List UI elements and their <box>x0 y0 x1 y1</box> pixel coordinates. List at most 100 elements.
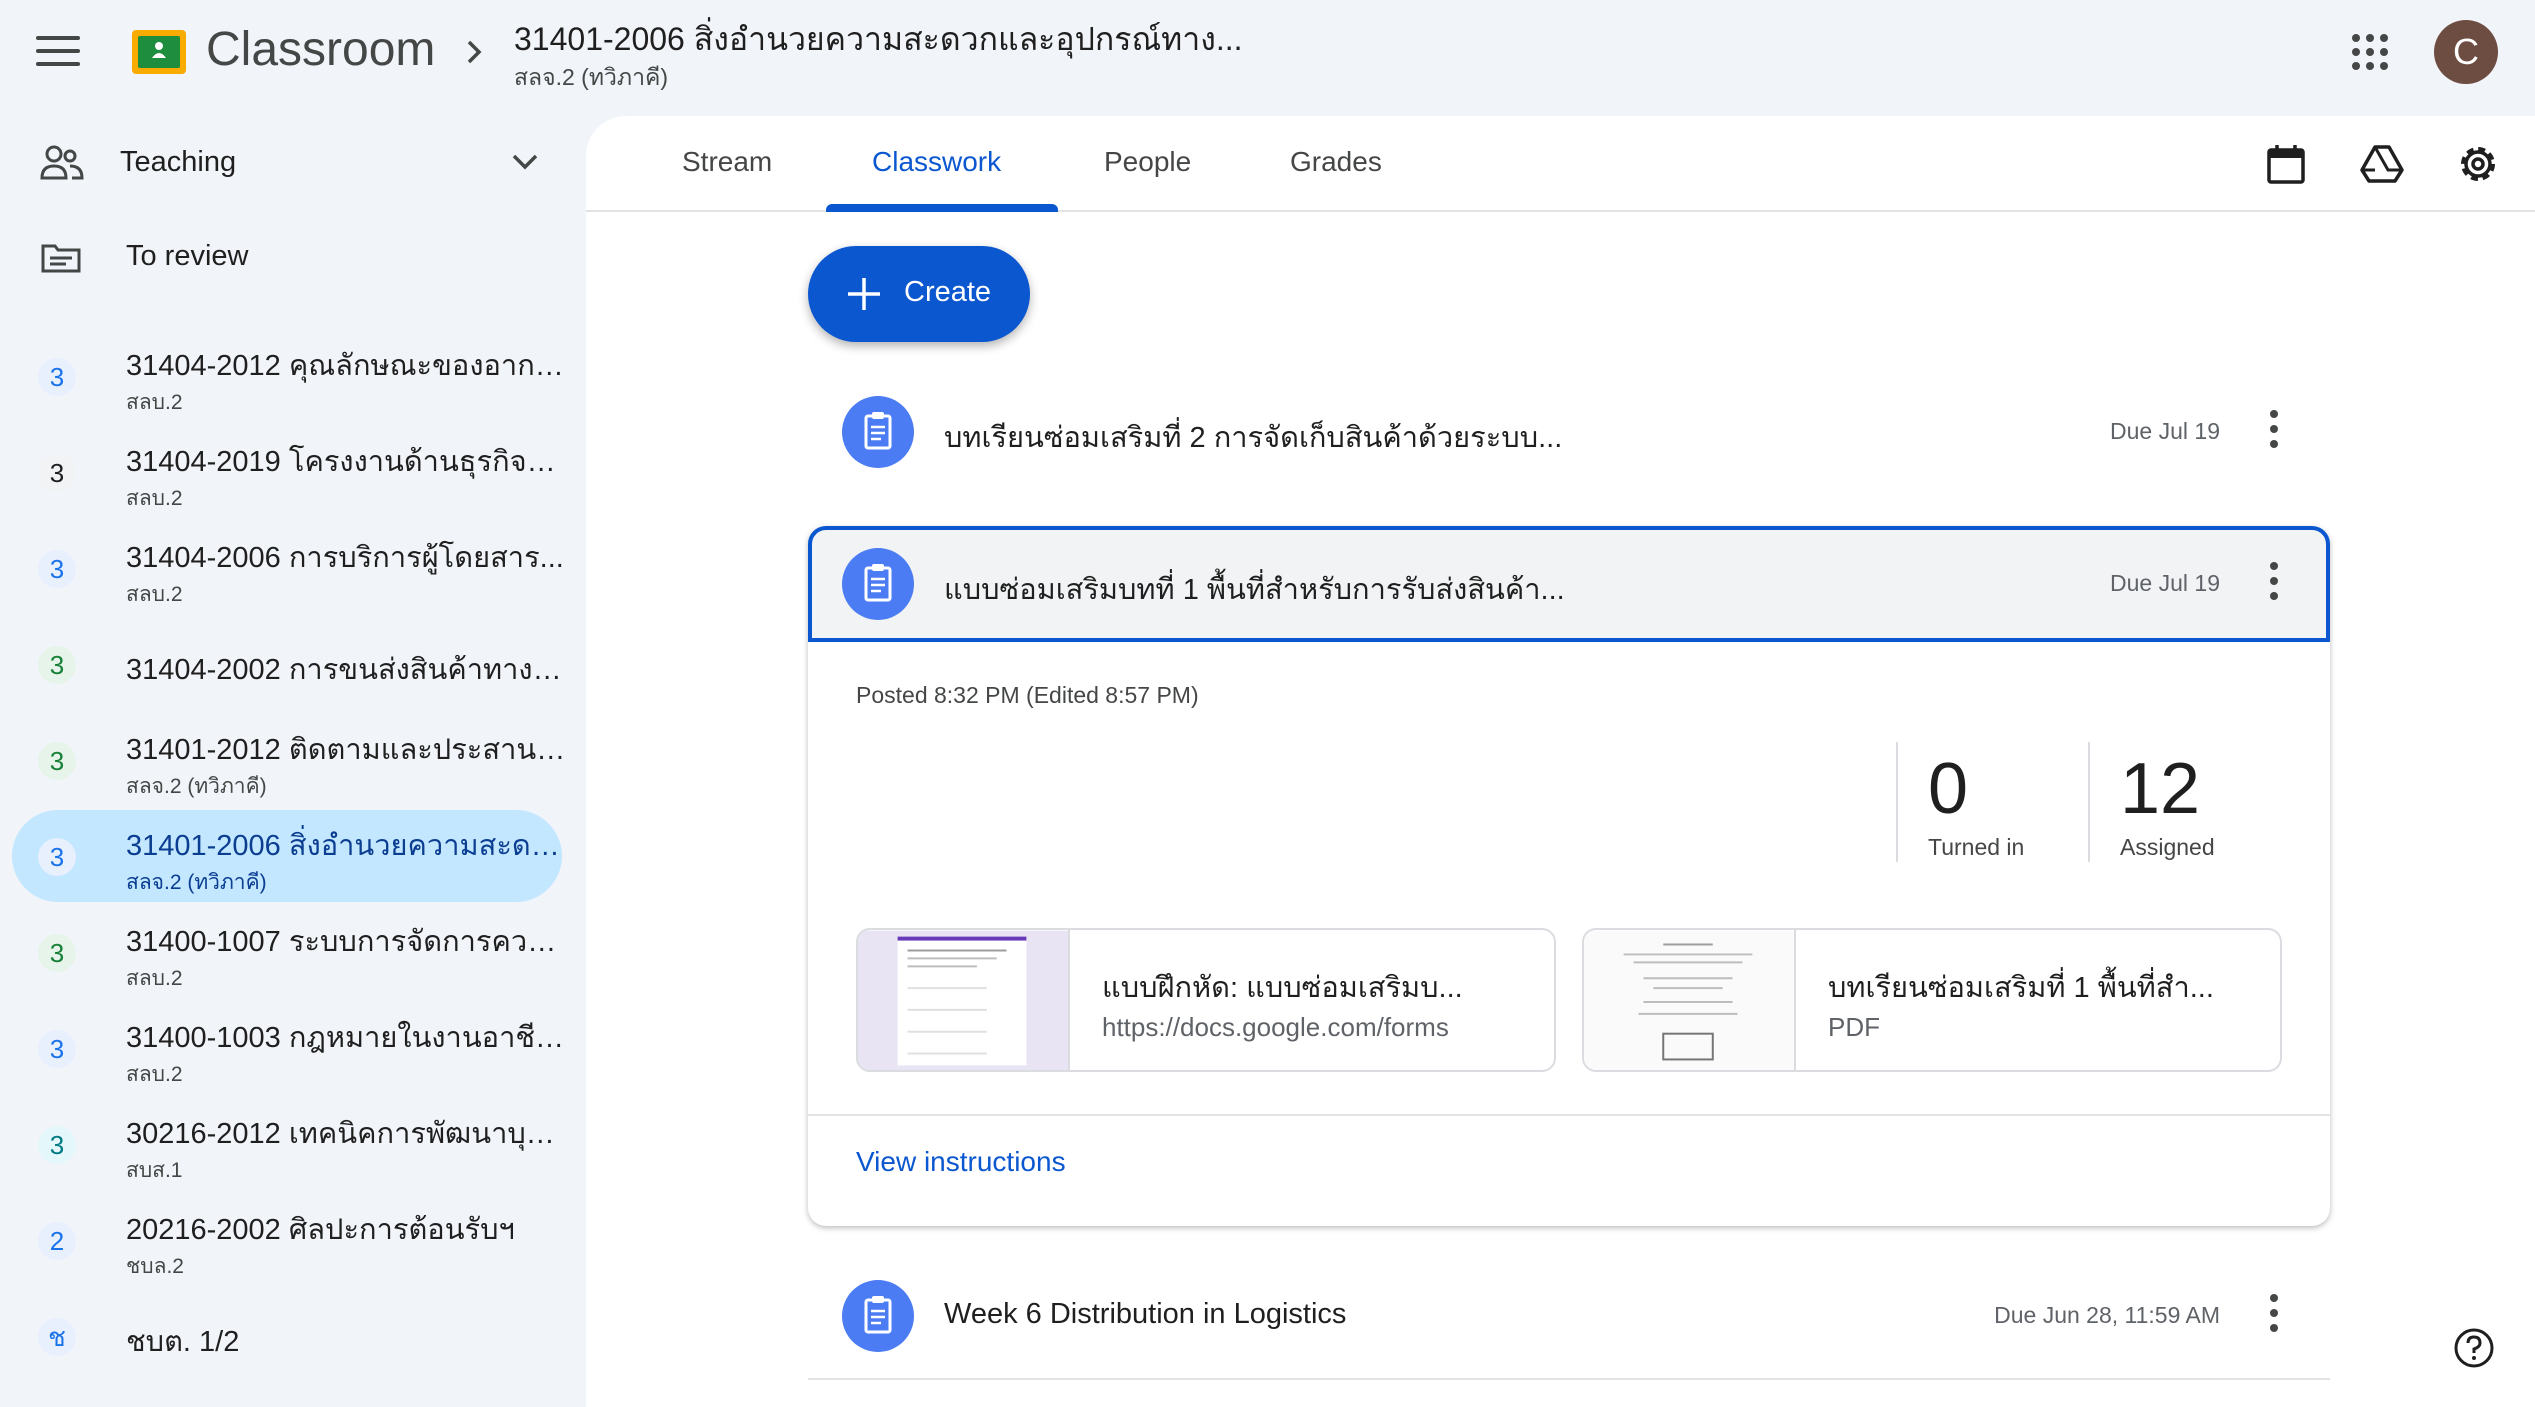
class-badge: 3 <box>38 550 76 588</box>
sidebar-item-class[interactable]: 3 31404-2006 การบริการผู้โดยสาร... สลบ.2 <box>12 522 564 614</box>
item-due: Due Jun 28, 11:59 AM <box>1994 1302 2220 1328</box>
main-panel: Stream Classwork People Grades Create บท… <box>586 116 2535 1407</box>
class-section: สลบ.2 <box>126 391 183 414</box>
class-section: สลจ.2 (ทวิภาคี) <box>126 871 267 894</box>
class-section: สลบ.2 <box>126 967 183 990</box>
form-thumbnail <box>858 930 1070 1070</box>
class-badge: ช <box>38 1318 76 1356</box>
sidebar-item-teaching[interactable]: Teaching <box>12 116 562 208</box>
class-badge: 2 <box>38 1222 76 1260</box>
class-badge: 3 <box>38 1126 76 1164</box>
class-name: 31404-2019 โครงงานด้านธุรกิจกา... <box>126 446 566 478</box>
active-tab-indicator <box>826 204 1058 212</box>
sidebar-item-class[interactable]: 3 31400-1007 ระบบการจัดการความ... สลบ.2 <box>12 906 566 998</box>
sidebar-item-class[interactable]: 3 31400-1003 กฎหมายในงานอาชีพ... สลบ.2 <box>12 1002 566 1094</box>
attachment-subtitle: PDF <box>1828 1012 1880 1042</box>
tab-people[interactable]: People <box>1104 146 1191 178</box>
turned-in-count[interactable]: 0 <box>1928 748 1968 830</box>
class-name: 20216-2002 ศิลปะการต้อนรับฯ <box>126 1214 515 1246</box>
more-vert-icon[interactable] <box>2264 410 2284 454</box>
chevron-right-icon <box>467 40 482 64</box>
posted-time: Posted 8:32 PM (Edited 8:57 PM) <box>856 682 1199 708</box>
sidebar-item-class[interactable]: 3 31401-2012 ติดตามและประสานงา... สลจ.2 … <box>12 714 566 806</box>
expanded-item-header[interactable]: แบบซ่อมเสริมบทที่ 1 พื้นที่สำหรับการรับส… <box>808 526 2330 642</box>
class-badge: 3 <box>38 838 76 876</box>
more-vert-icon[interactable] <box>2264 1294 2284 1338</box>
sidebar-item-class[interactable]: 3 31404-2019 โครงงานด้านธุรกิจกา... สลบ.… <box>12 426 566 518</box>
class-section: สลบ.2 <box>126 487 183 510</box>
item-due: Due Jul 19 <box>2110 418 2220 444</box>
calendar-icon[interactable] <box>2262 140 2310 188</box>
class-section: สลบ.2 <box>126 583 183 606</box>
class-name: 31401-2006 สิ่งอำนวยความสะดว... <box>126 830 566 862</box>
view-instructions-link[interactable]: View instructions <box>856 1146 1066 1178</box>
chevron-down-icon[interactable] <box>508 148 542 176</box>
class-name: 31401-2012 ติดตามและประสานงา... <box>126 734 566 766</box>
apps-grid-icon[interactable] <box>2352 34 2388 70</box>
classroom-logo[interactable] <box>132 30 186 74</box>
sidebar-item-to-review[interactable]: To review <box>12 210 562 302</box>
class-name: 31400-1003 กฎหมายในงานอาชีพ... <box>126 1022 566 1054</box>
avatar[interactable]: C <box>2434 20 2498 84</box>
create-label: Create <box>904 276 992 308</box>
plus-icon <box>848 278 880 310</box>
course-section: สลจ.2 (ทวิภาคี) <box>514 64 669 90</box>
sidebar-item-class[interactable]: 3 30216-2012 เทคนิคการพัฒนาบุค... สบส.1 <box>12 1098 566 1190</box>
class-badge: 3 <box>38 1030 76 1068</box>
attachment-title: แบบฝึกหัด: แบบซ่อมเสริมบ... <box>1102 972 1463 1004</box>
divider <box>808 1378 2330 1380</box>
sidebar-item-label: To review <box>126 240 249 272</box>
classwork-item[interactable]: Week 6 Distribution in Logistics Due Jun… <box>808 1258 2330 1374</box>
help-icon[interactable] <box>2452 1326 2496 1370</box>
item-title: แบบซ่อมเสริมบทที่ 1 พื้นที่สำหรับการรับส… <box>944 574 1565 606</box>
menu-icon[interactable] <box>36 36 80 68</box>
assignment-icon <box>842 548 914 620</box>
sidebar-item-class[interactable]: 3 31404-2002 การขนส่งสินค้าทางอ... <box>12 618 566 710</box>
top-app-bar: Classroom 31401-2006 สิ่งอำนวยความสะดวกแ… <box>0 0 2535 116</box>
class-section: สลบ.2 <box>126 1063 183 1086</box>
sidebar-item-class[interactable]: ช ชบต. 1/2 <box>12 1290 562 1382</box>
class-name: ชบต. 1/2 <box>126 1326 240 1358</box>
class-badge: 3 <box>38 742 76 780</box>
sidebar-item-class[interactable]: 2 20216-2002 ศิลปะการต้อนรับฯ ชบล.2 <box>12 1194 562 1286</box>
item-title: Week 6 Distribution in Logistics <box>944 1298 1347 1330</box>
drive-icon[interactable] <box>2358 140 2406 188</box>
create-button[interactable]: Create <box>808 246 1030 342</box>
assignment-icon <box>842 396 914 468</box>
class-name: 31404-2012 คุณลักษณะของอากา... <box>126 350 566 382</box>
more-vert-icon[interactable] <box>2264 562 2284 606</box>
app-title[interactable]: Classroom <box>206 22 435 77</box>
sidebar-item-class[interactable]: 3 31404-2012 คุณลักษณะของอากา... สลบ.2 <box>12 330 566 422</box>
class-badge: 3 <box>38 454 76 492</box>
item-title: บทเรียนซ่อมเสริมที่ 2 การจัดเก็บสินค้าด้… <box>944 422 1563 454</box>
sidebar-item-class-active[interactable]: 3 31401-2006 สิ่งอำนวยความสะดว... สลจ.2 … <box>12 810 566 902</box>
tab-classwork[interactable]: Classwork <box>872 146 1001 178</box>
divider <box>808 1114 2330 1116</box>
sidebar-item-label: Teaching <box>120 146 237 178</box>
stat-divider <box>1896 742 1898 862</box>
item-due: Due Jul 19 <box>2110 570 2220 596</box>
class-badge: 3 <box>38 646 76 684</box>
assigned-count[interactable]: 12 <box>2120 748 2200 830</box>
class-badge: 3 <box>38 934 76 972</box>
class-badge: 3 <box>38 358 76 396</box>
settings-icon[interactable] <box>2454 140 2502 188</box>
attachment-title: บทเรียนซ่อมเสริมที่ 1 พื้นที่สำ... <box>1828 972 2214 1004</box>
attachment-subtitle: https://docs.google.com/forms <box>1102 1012 1449 1042</box>
class-section: ชบล.2 <box>126 1255 184 1278</box>
stat-divider <box>2088 742 2090 862</box>
attachment-pdf[interactable]: บทเรียนซ่อมเสริมที่ 1 พื้นที่สำ... PDF <box>1582 928 2282 1072</box>
attachment-form[interactable]: แบบฝึกหัด: แบบซ่อมเสริมบ... https://docs… <box>856 928 1556 1072</box>
classwork-item[interactable]: บทเรียนซ่อมเสริมที่ 2 การจัดเก็บสินค้าด้… <box>808 374 2330 490</box>
tab-stream[interactable]: Stream <box>682 146 772 178</box>
class-name: 30216-2012 เทคนิคการพัฒนาบุค... <box>126 1118 566 1150</box>
class-name: 31404-2002 การขนส่งสินค้าทางอ... <box>126 654 566 686</box>
sidebar: Teaching To review 3 31404-2012 คุณลักษณ… <box>0 116 584 1407</box>
tab-bar: Stream Classwork People Grades <box>586 116 2535 212</box>
to-review-icon <box>41 244 81 273</box>
assigned-label: Assigned <box>2120 834 2215 860</box>
course-title[interactable]: 31401-2006 สิ่งอำนวยความสะดวกและอุปกรณ์ท… <box>514 14 1243 65</box>
class-section: สลจ.2 (ทวิภาคี) <box>126 775 267 798</box>
tab-grades[interactable]: Grades <box>1290 146 1382 178</box>
turned-in-label: Turned in <box>1928 834 2025 860</box>
